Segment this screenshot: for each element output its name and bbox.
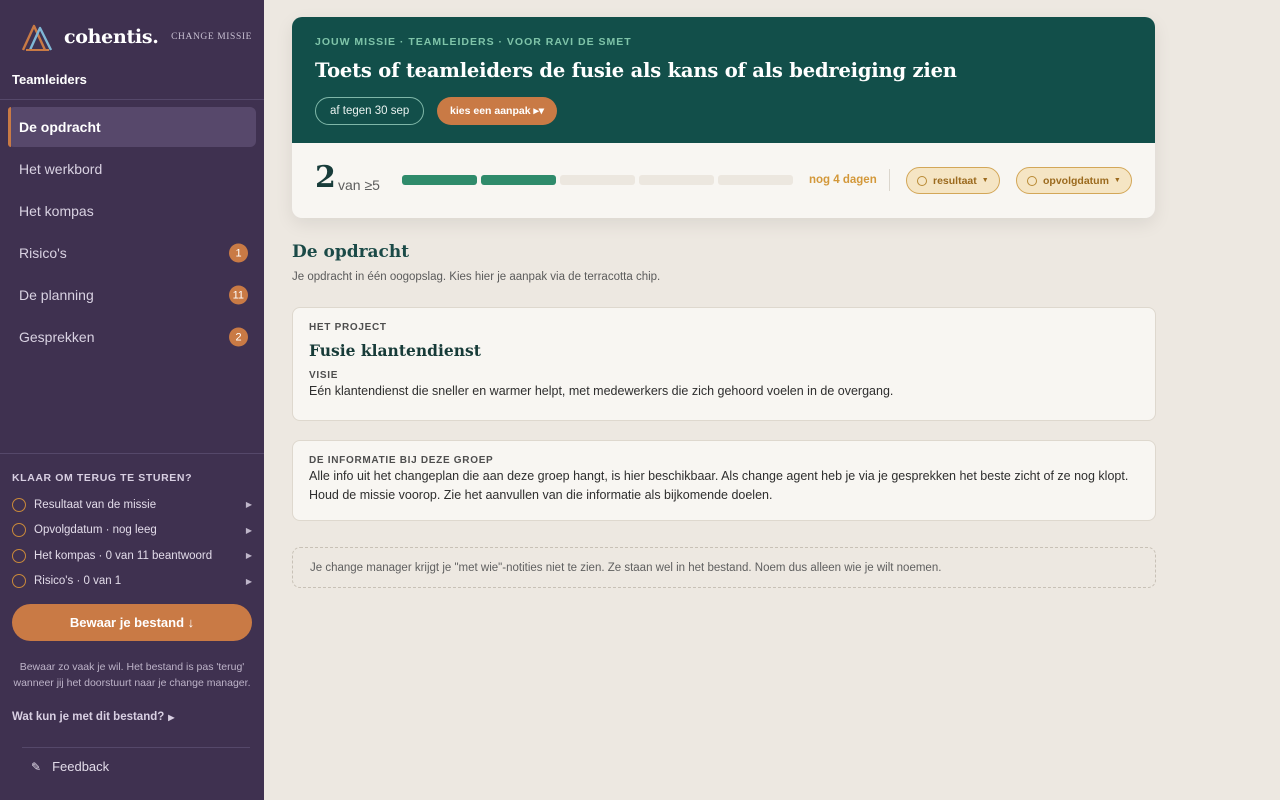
mission-header: JOUW MISSIE · TEAMLEIDERS · VOOR RAVI DE… <box>292 17 1155 143</box>
progress-target: van ≥5 <box>338 177 380 193</box>
checklist-label: Risico's · 0 van 1 <box>34 575 122 588</box>
empty-circle-icon <box>917 175 927 186</box>
checklist-item-resultaat[interactable]: Resultaat van de missie ▶ <box>12 492 252 518</box>
what-link-label: Wat kun je met dit bestand? <box>12 711 165 723</box>
follow-up-date-pill[interactable]: opvolgdatum ▼ <box>1016 167 1132 194</box>
arrow-right-icon: ▶ <box>245 525 252 535</box>
checklist-item-opvolgdatum[interactable]: Opvolgdatum · nog leeg ▶ <box>12 518 252 544</box>
vision-label: VISIE <box>309 370 339 381</box>
vision-text: Eén klantendienst die sneller en warmer … <box>309 384 894 398</box>
progress-segment-filled <box>402 175 477 185</box>
group-info-label: DE INFORMATIE BIJ DEZE GROEP <box>309 455 494 466</box>
sidebar-divider <box>0 99 264 100</box>
vertical-divider <box>889 169 890 191</box>
arrow-right-icon: ▶ <box>168 713 175 722</box>
sidebar-item-gesprekken[interactable]: Gesprekken 2 <box>8 317 256 357</box>
mission-progress-bar: 2 van ≥5 nog 4 dagen resultaat ▼ opvolgd… <box>292 143 1155 218</box>
sidebar-item-label: Gesprekken <box>19 329 95 345</box>
empty-circle-icon <box>1027 175 1037 186</box>
deadline-chip[interactable]: af tegen 30 sep <box>315 97 425 125</box>
project-title: Fusie klantendienst <box>309 341 481 360</box>
project-card: HET PROJECT Fusie klantendienst VISIE Eé… <box>292 307 1156 421</box>
empty-circle-icon <box>12 523 26 538</box>
sidebar-item-label: De opdracht <box>19 119 101 135</box>
what-can-you-do-link[interactable]: Wat kun je met dit bestand? ▶ <box>12 711 174 723</box>
sidebar: cohentis. CHANGE MISSIE Teamleiders De o… <box>0 0 264 800</box>
follow-up-date-label: opvolgdatum <box>1043 174 1109 187</box>
progress-segment-filled <box>481 175 556 185</box>
checklist-label: Het kompas · 0 van 11 beantwoord <box>34 549 213 562</box>
chevron-down-icon: ▼ <box>1113 177 1121 184</box>
arrow-right-icon: ▶ <box>245 551 252 561</box>
sidebar-item-de-planning[interactable]: De planning 11 <box>8 275 256 315</box>
sidebar-item-de-opdracht[interactable]: De opdracht <box>8 107 256 147</box>
checklist-item-kompas[interactable]: Het kompas · 0 van 11 beantwoord ▶ <box>12 543 252 569</box>
mission-title: Toets of teamleiders de fusie als kans o… <box>315 59 957 82</box>
return-checklist: Resultaat van de missie ▶ Opvolgdatum · … <box>12 492 252 594</box>
mission-eyebrow: JOUW MISSIE · TEAMLEIDERS · VOOR RAVI DE… <box>315 36 632 48</box>
empty-circle-icon <box>12 497 26 512</box>
feedback-button[interactable]: ✎ Feedback <box>31 759 109 774</box>
change-missie-link[interactable]: CHANGE MISSIE <box>171 32 252 42</box>
progress-count: 2 <box>315 160 336 195</box>
group-info-text: Alle info uit het changeplan die aan dez… <box>309 469 1129 502</box>
sidebar-item-label: De planning <box>19 287 94 303</box>
arrow-right-icon: ▶ <box>245 500 252 510</box>
group-info-card: DE INFORMATIE BIJ DEZE GROEP Alle info u… <box>292 440 1156 521</box>
sidebar-divider <box>0 453 264 454</box>
brand[interactable]: cohentis. <box>20 22 159 52</box>
progress-segments <box>402 175 797 185</box>
feedback-label: Feedback <box>52 759 110 774</box>
empty-circle-icon <box>12 548 26 563</box>
mission-card: JOUW MISSIE · TEAMLEIDERS · VOOR RAVI DE… <box>292 17 1155 218</box>
pencil-icon: ✎ <box>31 759 42 774</box>
sidebar-nav: De opdracht Het werkbord Het kompas Risi… <box>8 107 256 359</box>
empty-circle-icon <box>12 574 26 589</box>
progress-segment-empty <box>560 175 635 185</box>
project-label: HET PROJECT <box>309 322 387 333</box>
section-subtitle: Je opdracht in één oogopslag. Kies hier … <box>292 271 661 283</box>
days-left: nog 4 dagen <box>809 174 877 186</box>
group-label: Teamleiders <box>12 72 87 87</box>
checklist-item-risicos[interactable]: Risico's · 0 van 1 ▶ <box>12 569 252 595</box>
save-file-button[interactable]: Bewaar je bestand ↓ <box>12 604 252 641</box>
count-badge: 2 <box>229 327 248 347</box>
count-badge: 11 <box>228 285 248 305</box>
progress-segment-empty <box>639 175 714 185</box>
cohentis-logo-icon <box>21 24 53 51</box>
save-note: Bewaar zo vaak je wil. Het bestand is pa… <box>13 661 251 689</box>
result-pill[interactable]: resultaat ▼ <box>906 167 1000 194</box>
section-title: De opdracht <box>292 242 410 262</box>
count-badge: 1 <box>229 243 248 263</box>
sidebar-item-label: Risico's <box>19 245 67 261</box>
checklist-label: Resultaat van de missie <box>34 498 157 511</box>
privacy-note: Je change manager krijgt je "met wie"-no… <box>292 547 1156 588</box>
progress-segment-empty <box>718 175 793 185</box>
result-pill-label: resultaat <box>933 174 977 187</box>
sidebar-item-label: Het werkbord <box>19 161 103 177</box>
sidebar-item-risicos[interactable]: Risico's 1 <box>8 233 256 273</box>
sidebar-item-label: Het kompas <box>19 203 94 219</box>
chevron-down-icon: ▼ <box>981 177 989 184</box>
ready-title: KLAAR OM TERUG TE STUREN? <box>12 472 193 484</box>
arrow-right-icon: ▶ <box>245 576 252 586</box>
sidebar-item-het-kompas[interactable]: Het kompas <box>8 191 256 231</box>
checklist-label: Opvolgdatum · nog leeg <box>34 524 157 537</box>
sidebar-divider <box>22 747 250 748</box>
brand-name: cohentis. <box>64 26 159 48</box>
choose-approach-chip[interactable]: kies een aanpak ▸▾ <box>437 97 558 125</box>
sidebar-item-het-werkbord[interactable]: Het werkbord <box>8 149 256 189</box>
